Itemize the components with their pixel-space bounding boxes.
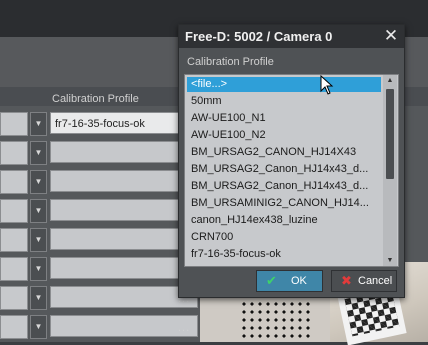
ellipsis-button[interactable]: ...: [178, 322, 190, 334]
calibration-profile-value: fr7-16-35-focus-ok: [55, 118, 145, 130]
row-dropdown-button[interactable]: ▼: [30, 112, 47, 136]
list-item[interactable]: 50mm: [187, 94, 381, 109]
row-dropdown-button[interactable]: ▼: [30, 228, 47, 252]
list-item[interactable]: <file...>: [187, 77, 381, 92]
calibration-profile-list[interactable]: <file...> 50mm AW-UE100_N1 AW-UE100_N2 B…: [184, 74, 399, 267]
x-icon: ✖: [341, 273, 352, 288]
row-cell[interactable]: [0, 228, 28, 252]
row-dropdown-button[interactable]: ▼: [30, 315, 47, 339]
calibration-profile-cell[interactable]: fr7-16-35-focus-ok: [50, 112, 198, 134]
dialog-label: Calibration Profile: [187, 56, 274, 68]
ok-button-label: OK: [291, 275, 307, 287]
scroll-down-arrow-icon[interactable]: ▼: [383, 255, 397, 266]
calibration-grid-image: [240, 300, 310, 342]
row-cell[interactable]: [0, 112, 28, 136]
dialog-title: Free-D: 5002 / Camera 0: [185, 29, 333, 44]
close-icon[interactable]: ✕: [382, 26, 400, 46]
list-item[interactable]: BM_URSAG2_Canon_HJ14x43_d...: [187, 162, 381, 177]
list-item[interactable]: BM_URSAG2_Canon_HJ14x43_d...: [187, 179, 381, 194]
list-scrollbar[interactable]: ▲ ▼: [383, 75, 397, 266]
dialog-titlebar[interactable]: Free-D: 5002 / Camera 0 ✕: [179, 25, 404, 48]
scrollbar-thumb[interactable]: [386, 89, 394, 179]
calibration-profile-cell[interactable]: [50, 315, 198, 337]
row-dropdown-button[interactable]: ▼: [30, 141, 47, 165]
list-item[interactable]: BM_URSAMINIG2_CANON_HJ14...: [187, 196, 381, 211]
list-item[interactable]: AW-UE100_N2: [187, 128, 381, 143]
row-dropdown-button[interactable]: ▼: [30, 257, 47, 281]
mouse-cursor-icon: [320, 75, 334, 95]
ok-button[interactable]: ✔ OK: [256, 270, 323, 292]
list-item[interactable]: BM_URSAG2_CANON_HJ14X43: [187, 145, 381, 160]
row-cell[interactable]: [0, 286, 28, 310]
calibration-profile-dialog: Free-D: 5002 / Camera 0 ✕ Calibration Pr…: [178, 24, 405, 298]
cancel-button[interactable]: ✖ Cancel: [331, 270, 397, 292]
calibration-profile-cell[interactable]: [50, 257, 198, 279]
cancel-button-label: Cancel: [358, 275, 393, 287]
row-cell[interactable]: [0, 199, 28, 223]
list-item[interactable]: AW-UE100_N1: [187, 111, 381, 126]
calibration-profile-cell[interactable]: [50, 199, 198, 221]
list-item[interactable]: CRN700: [187, 230, 381, 245]
row-dropdown-button[interactable]: ▼: [30, 170, 47, 194]
row-cell[interactable]: [0, 257, 28, 281]
calibration-profile-cell[interactable]: [50, 286, 198, 308]
calibration-profile-cell[interactable]: [50, 170, 198, 192]
check-icon: ✔: [266, 273, 277, 288]
calibration-profile-cell[interactable]: [50, 228, 198, 250]
calibration-profile-cell[interactable]: [50, 141, 198, 163]
list-item[interactable]: fr7-16-35-focus-ok: [187, 247, 381, 262]
row-dropdown-button[interactable]: ▼: [30, 286, 47, 310]
row-cell[interactable]: [0, 141, 28, 165]
scroll-up-arrow-icon[interactable]: ▲: [383, 75, 397, 86]
calibration-profile-column-header: Calibration Profile: [52, 93, 139, 105]
list-item[interactable]: canon_HJ14ex438_luzine: [187, 213, 381, 228]
row-dropdown-button[interactable]: ▼: [30, 199, 47, 223]
row-cell[interactable]: [0, 315, 28, 339]
row-cell[interactable]: [0, 170, 28, 194]
